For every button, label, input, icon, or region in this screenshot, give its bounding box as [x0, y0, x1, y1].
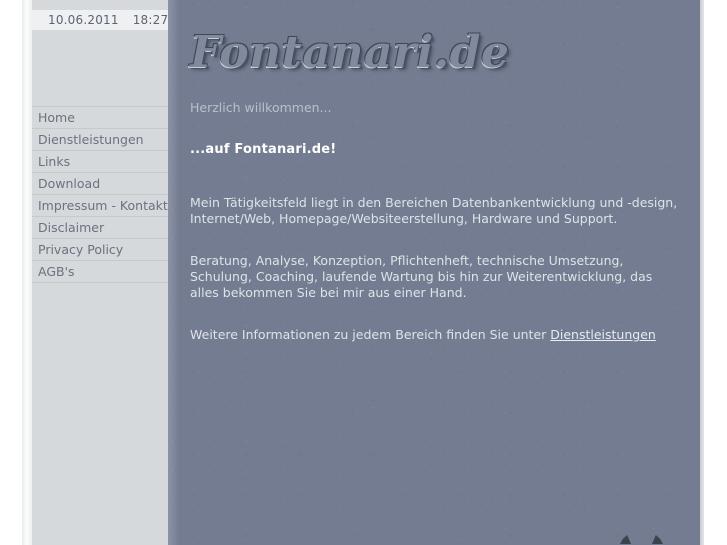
sidebar-item-impressum-kontakt[interactable]: Impressum - Kontakt	[32, 194, 168, 216]
sidebar-item-agbs[interactable]: AGB's	[32, 260, 168, 283]
body-copy: Herzlich willkommen... ...auf Fontanari.…	[168, 100, 700, 343]
right-edge-border	[700, 0, 704, 545]
sidebar-item-dienstleistungen[interactable]: Dienstleistungen	[32, 128, 168, 150]
site-header: Fontanari.de	[168, 0, 700, 100]
paragraph-more-info: Weitere Informationen zu jedem Bereich f…	[190, 327, 678, 343]
cursor-arrow-icon	[620, 535, 631, 544]
paragraph-services: Beratung, Analyse, Konzeption, Pflichten…	[190, 253, 653, 300]
sidebar: Home Dienstleistungen Links Download Imp…	[32, 0, 168, 545]
datetime-bar: 10.06.2011 18:27:22	[32, 10, 188, 30]
sidebar-item-links[interactable]: Links	[32, 150, 168, 172]
more-info-prefix: Weitere Informationen zu jedem Bereich f…	[190, 327, 551, 342]
nav-menu: Home Dienstleistungen Links Download Imp…	[32, 106, 168, 283]
main-content-panel: Fontanari.de Herzlich willkommen... ...a…	[168, 0, 700, 545]
sidebar-item-disclaimer[interactable]: Disclaimer	[32, 216, 168, 238]
page-title: ...auf Fontanari.de!	[190, 142, 337, 157]
sidebar-item-download[interactable]: Download	[32, 172, 168, 194]
site-logo: Fontanari.de	[190, 27, 510, 78]
current-date: 10.06.2011	[48, 13, 119, 27]
left-highlight-strip	[22, 0, 32, 545]
sidebar-item-home[interactable]: Home	[32, 106, 168, 128]
welcome-text: Herzlich willkommen...	[190, 100, 332, 115]
page-root: Home Dienstleistungen Links Download Imp…	[0, 0, 727, 545]
footer-text-fragment	[72, 537, 182, 545]
sidebar-item-privacy-policy[interactable]: Privacy Policy	[32, 238, 168, 260]
bottom-corner-icons	[610, 535, 680, 545]
dienstleistungen-link[interactable]: Dienstleistungen	[550, 327, 656, 342]
cursor-arrow-icon-2	[652, 535, 663, 544]
paragraph-activities: Mein Tätigkeitsfeld liegt in den Bereich…	[190, 195, 678, 226]
